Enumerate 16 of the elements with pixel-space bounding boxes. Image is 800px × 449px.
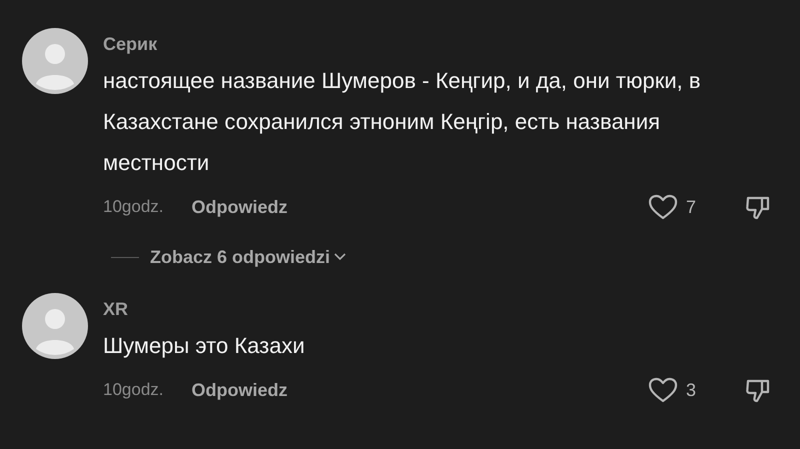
like-button[interactable]: 7	[648, 194, 696, 220]
avatar[interactable]	[22, 28, 88, 94]
chevron-down-icon	[334, 253, 346, 261]
heart-icon	[648, 194, 678, 220]
view-replies-button[interactable]: Zobacz 6 odpowiedzi	[150, 246, 346, 268]
reply-button[interactable]: Odpowiedz	[192, 196, 288, 218]
username[interactable]: XR	[103, 298, 128, 320]
timestamp: 10godz.	[103, 380, 164, 400]
like-button[interactable]: 3	[648, 377, 696, 403]
comment-text: настоящее название Шумеров - Кеңгир, и да, они тюрки, в Казахстане сохранился этноним Кеңгір, есть названия местности	[103, 67, 702, 177]
heart-icon	[648, 377, 678, 403]
timestamp: 10godz.	[103, 197, 164, 217]
avatar[interactable]	[22, 293, 88, 359]
comment-text: Шумеры это Казахи	[103, 332, 306, 360]
reply-button[interactable]: Odpowiedz	[192, 380, 288, 400]
username[interactable]: Серик	[103, 33, 158, 55]
